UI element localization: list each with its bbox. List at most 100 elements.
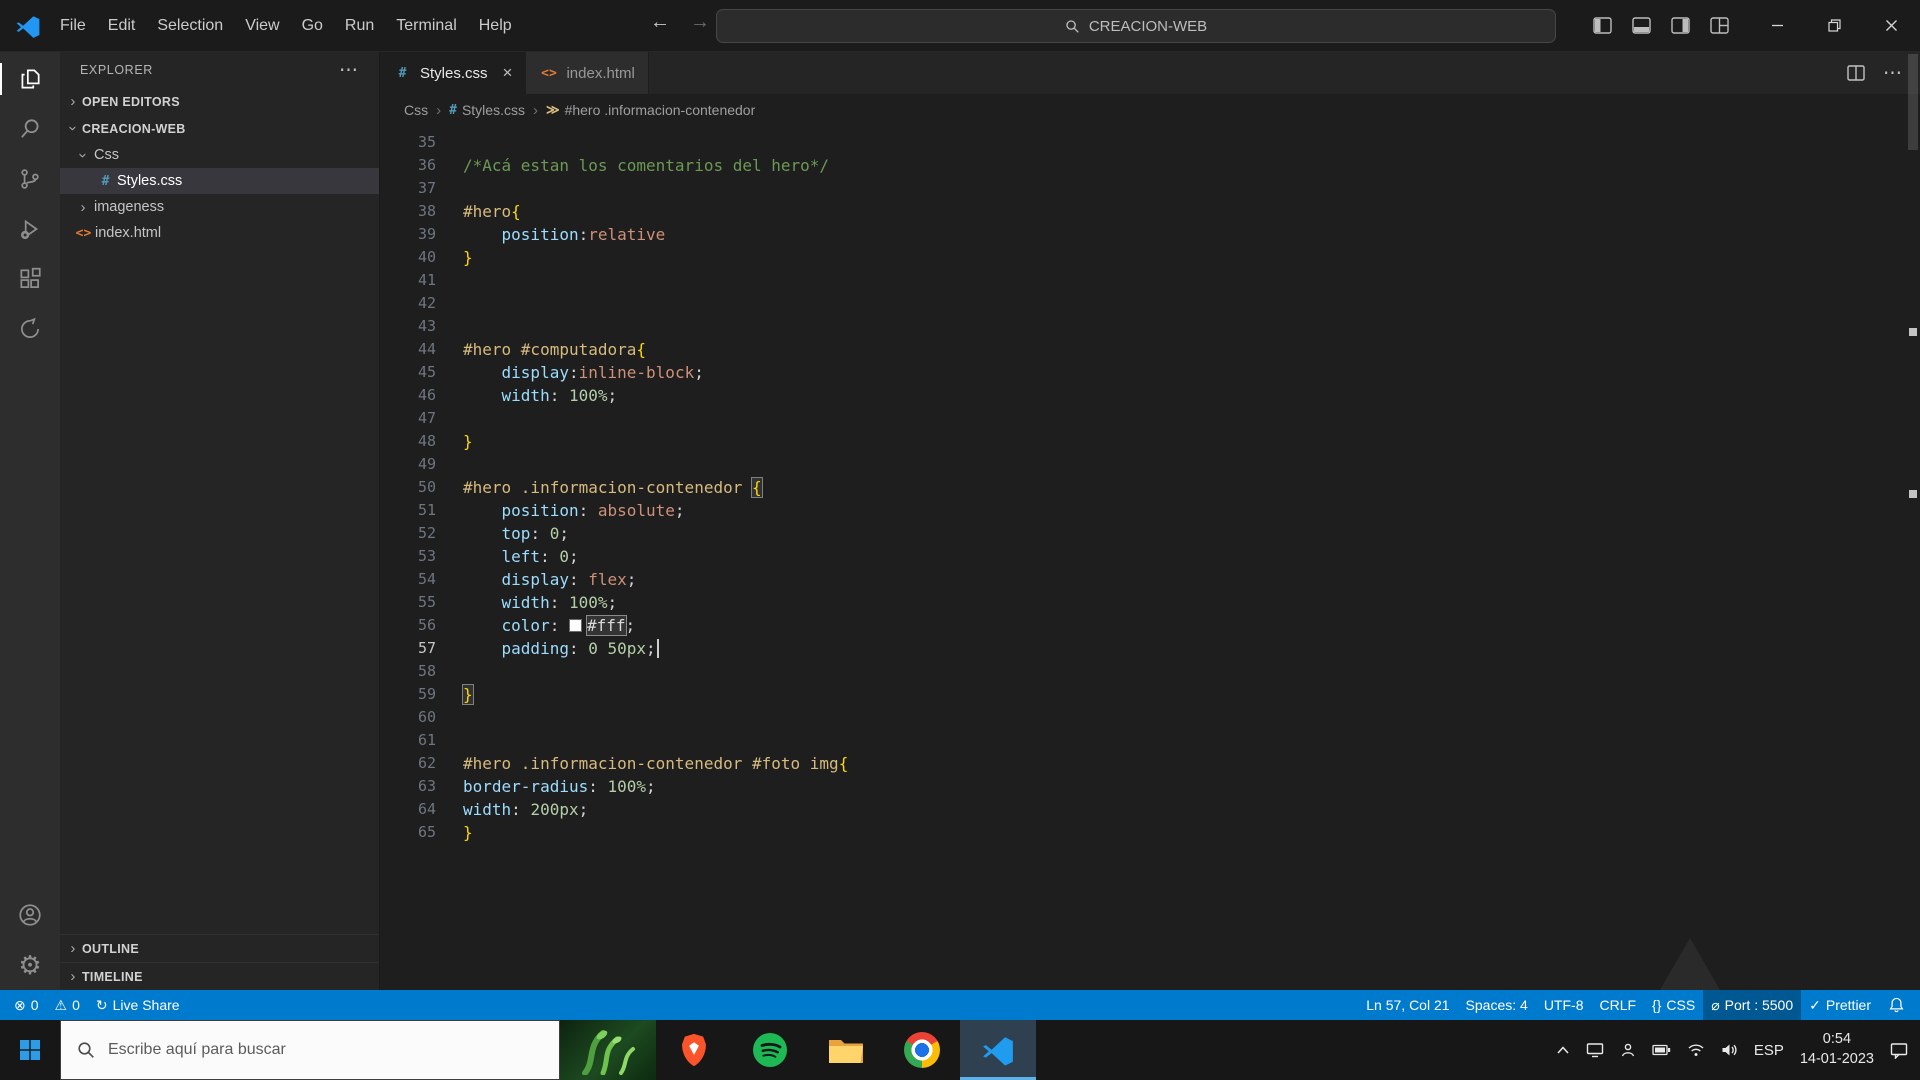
run-debug-icon[interactable] [0, 204, 60, 254]
file-index-html[interactable]: <> index.html [60, 220, 379, 246]
status-live-server-port[interactable]: ⌀ Port : 5500 [1703, 990, 1802, 1020]
code-line-64[interactable]: 64 width: 200px; [380, 798, 1920, 821]
spotify-icon[interactable] [732, 1020, 808, 1080]
toggle-secondary-sidebar-icon[interactable] [1671, 17, 1690, 34]
explorer-more-actions-icon[interactable]: ⋯ [339, 59, 359, 82]
menu-edit[interactable]: Edit [97, 11, 147, 41]
status-encoding[interactable]: UTF-8 [1536, 990, 1592, 1020]
status-live-share[interactable]: ↻ Live Share [88, 990, 188, 1020]
close-button[interactable] [1863, 0, 1920, 51]
code-line-53[interactable]: 53 left: 0; [380, 545, 1920, 568]
menu-file[interactable]: File [49, 11, 97, 41]
toggle-panel-icon[interactable] [1632, 17, 1651, 34]
account-icon[interactable] [0, 890, 60, 940]
menu-go[interactable]: Go [291, 11, 334, 41]
status-prettier[interactable]: ✓ Prettier [1801, 990, 1879, 1020]
open-editors-section[interactable]: › OPEN EDITORS [60, 88, 379, 115]
code-line-60[interactable]: 60 [380, 706, 1920, 729]
extensions-icon[interactable] [0, 254, 60, 304]
vscode-taskbar-icon[interactable] [960, 1020, 1036, 1080]
search-box[interactable]: CREACION-WEB [716, 9, 1556, 43]
split-editor-icon[interactable] [1847, 65, 1865, 81]
live-share-view-icon[interactable] [0, 304, 60, 354]
breadcrumb-item[interactable]: ≫ #hero .informacion-contenedor [546, 102, 755, 118]
code-line-46[interactable]: 46 width: 100%; [380, 384, 1920, 407]
toggle-sidebar-icon[interactable] [1593, 17, 1612, 34]
menu-view[interactable]: View [234, 11, 290, 41]
code-line-43[interactable]: 43 [380, 315, 1920, 338]
code-line-57[interactable]: 57 padding: 0 50px; [380, 637, 1920, 660]
menu-terminal[interactable]: Terminal [385, 11, 467, 41]
file-css[interactable]: › Css [60, 142, 379, 168]
customize-layout-icon[interactable] [1710, 17, 1729, 34]
code-line-59[interactable]: 59} [380, 683, 1920, 706]
minimize-button[interactable] [1749, 0, 1806, 51]
code-line-39[interactable]: 39 position:relative [380, 223, 1920, 246]
forward-icon[interactable]: → [690, 12, 710, 32]
settings-gear-icon[interactable]: ⚙ [0, 940, 60, 990]
notifications-bell[interactable] [1879, 990, 1914, 1020]
people-icon[interactable] [1620, 1042, 1636, 1058]
scrollbar-thumb[interactable] [1908, 54, 1918, 150]
code-line-61[interactable]: 61 [380, 729, 1920, 752]
code-line-52[interactable]: 52 top: 0; [380, 522, 1920, 545]
code-line-48[interactable]: 48} [380, 430, 1920, 453]
breadcrumb-item[interactable]: Css [404, 102, 428, 118]
code-line-35[interactable]: 35 [380, 131, 1920, 154]
status-indentation[interactable]: Spaces: 4 [1458, 990, 1536, 1020]
code-line-49[interactable]: 49 [380, 453, 1920, 476]
code-line-42[interactable]: 42 [380, 292, 1920, 315]
menu-help[interactable]: Help [468, 11, 523, 41]
taskbar-search[interactable]: Escribe aquí para buscar [60, 1020, 560, 1080]
chrome-icon[interactable] [884, 1020, 960, 1080]
menu-run[interactable]: Run [334, 11, 385, 41]
code-line-56[interactable]: 56 color: #fff; [380, 614, 1920, 637]
status-eol[interactable]: CRLF [1591, 990, 1644, 1020]
status-errors[interactable]: ⊗ 0 [6, 990, 47, 1020]
status-language-mode[interactable]: {} CSS [1644, 990, 1703, 1020]
action-center-icon[interactable] [1890, 1042, 1908, 1059]
start-button[interactable] [0, 1020, 60, 1080]
back-icon[interactable]: ← [650, 12, 670, 32]
editor-more-actions-icon[interactable]: ⋯ [1883, 62, 1902, 85]
status-warnings[interactable]: ⚠ 0 [47, 990, 88, 1020]
code-line-55[interactable]: 55 width: 100%; [380, 591, 1920, 614]
editor-scrollbar[interactable] [1906, 52, 1920, 990]
code-line-54[interactable]: 54 display: flex; [380, 568, 1920, 591]
code-line-36[interactable]: 36 /*Acá estan los comentarios del hero*/ [380, 154, 1920, 177]
search-view-icon[interactable] [0, 104, 60, 154]
code-line-50[interactable]: 50 #hero .informacion-contenedor { [380, 476, 1920, 499]
file-imageness[interactable]: › imageness [60, 194, 379, 220]
restore-button[interactable] [1806, 0, 1863, 51]
close-icon[interactable]: × [503, 63, 513, 83]
display-icon[interactable] [1586, 1042, 1604, 1058]
code-line-45[interactable]: 45 display:inline-block; [380, 361, 1920, 384]
code-line-38[interactable]: 38 #hero{ [380, 200, 1920, 223]
file-styles-css[interactable]: # Styles.css [60, 168, 379, 194]
tab-styles.css[interactable]: # Styles.css × [380, 52, 527, 94]
code-line-37[interactable]: 37 [380, 177, 1920, 200]
battery-icon[interactable] [1652, 1044, 1671, 1056]
hidden-icons-chevron-icon[interactable] [1556, 1045, 1570, 1055]
code-line-44[interactable]: 44 #hero #computadora{ [380, 338, 1920, 361]
section-outline[interactable]: › OUTLINE [60, 934, 379, 962]
breadcrumb-item[interactable]: # Styles.css [449, 102, 525, 118]
menu-selection[interactable]: Selection [146, 11, 234, 41]
volume-icon[interactable] [1721, 1043, 1738, 1057]
code-line-63[interactable]: 63 border-radius: 100%; [380, 775, 1920, 798]
code-line-41[interactable]: 41 [380, 269, 1920, 292]
file-explorer-icon[interactable] [808, 1020, 884, 1080]
code-line-51[interactable]: 51 position: absolute; [380, 499, 1920, 522]
section-timeline[interactable]: › TIMELINE [60, 962, 379, 990]
workspace-section[interactable]: › CREACION-WEB [60, 115, 379, 142]
code-line-62[interactable]: 62 #hero .informacion-contenedor #foto im… [380, 752, 1920, 775]
explorer-icon[interactable] [0, 54, 60, 104]
taskbar-clock[interactable]: 0:54 14-01-2023 [1800, 1030, 1874, 1069]
brave-icon[interactable] [656, 1020, 732, 1080]
code-line-40[interactable]: 40} [380, 246, 1920, 269]
wifi-icon[interactable] [1687, 1043, 1705, 1057]
tab-index.html[interactable]: <> index.html [526, 52, 649, 94]
code-line-47[interactable]: 47 [380, 407, 1920, 430]
source-control-icon[interactable] [0, 154, 60, 204]
code-line-65[interactable]: 65} [380, 821, 1920, 844]
